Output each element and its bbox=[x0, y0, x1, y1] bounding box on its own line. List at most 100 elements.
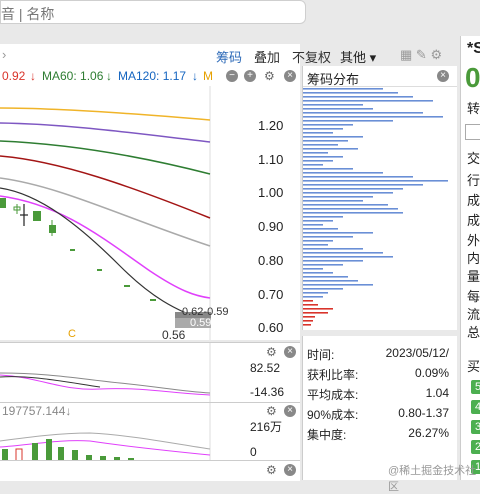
chips-button[interactable]: 筹码 bbox=[216, 47, 242, 66]
chip-bar bbox=[303, 168, 353, 170]
info-label: 平均成本: bbox=[307, 388, 359, 402]
buy-level[interactable]: 2 bbox=[471, 440, 480, 454]
chip-bar bbox=[303, 316, 315, 318]
chip-bar bbox=[303, 260, 363, 262]
chip-bar bbox=[303, 300, 313, 302]
chip-bar bbox=[303, 312, 328, 314]
volume-bar bbox=[46, 439, 52, 461]
candle bbox=[70, 249, 75, 251]
other-menu[interactable]: 其他 ▾ bbox=[340, 47, 376, 66]
indicator-bar: 0.92 ↓ MA60: 1.06 ↓ MA120: 1.17 ↓ M − + … bbox=[0, 66, 300, 87]
overlay-button[interactable]: 叠加 bbox=[254, 47, 280, 66]
zoom-out-icon[interactable]: − bbox=[226, 70, 238, 82]
chip-bar bbox=[303, 96, 413, 98]
chip-bar bbox=[303, 112, 423, 114]
buy-level[interactable]: 5 bbox=[471, 380, 480, 394]
chart-toolbar: › 筹码 叠加 不复权 bbox=[0, 44, 331, 67]
field-label: 流 bbox=[467, 307, 480, 322]
settings-icon[interactable]: ⚙ bbox=[430, 47, 442, 62]
chip-bar bbox=[303, 244, 328, 246]
gear-icon[interactable]: ⚙ bbox=[266, 463, 277, 477]
chip-bar bbox=[303, 240, 333, 242]
checkbox[interactable] bbox=[465, 124, 480, 140]
chip-bar bbox=[303, 264, 343, 266]
volume-value: 197757.144↓ bbox=[2, 404, 72, 418]
chip-bar bbox=[303, 156, 343, 158]
chip-bar bbox=[303, 208, 398, 210]
third-subchart[interactable]: ⚙ × bbox=[0, 460, 300, 481]
ma60-line bbox=[0, 140, 211, 175]
search-bar[interactable]: 音 | 名称 bbox=[0, 0, 306, 24]
buy-level[interactable]: 4 bbox=[471, 400, 480, 414]
pencil-icon[interactable]: ✎ bbox=[416, 47, 427, 62]
range-label: 0.59-0.56 bbox=[190, 317, 237, 329]
chip-bar bbox=[303, 196, 373, 198]
chip-distribution-panel: 筹码分布 × bbox=[302, 66, 457, 330]
gear-icon[interactable]: ⚙ bbox=[266, 345, 277, 359]
grid-icon[interactable]: ▦ bbox=[400, 47, 412, 62]
quote-panel: *S 0 转 交 行 成 成 外 内 量 每 流 总 买 5 4 3 2 1 bbox=[460, 36, 480, 480]
chip-bar bbox=[303, 120, 393, 122]
candle bbox=[150, 299, 156, 301]
close-icon[interactable]: × bbox=[437, 70, 449, 82]
close-icon[interactable]: × bbox=[284, 405, 296, 417]
info-value: 1.04 bbox=[425, 386, 449, 400]
macd-subchart[interactable]: ⚙ × 82.52 -14.36 bbox=[0, 342, 300, 403]
chip-bar bbox=[303, 204, 388, 206]
zoom-in-icon[interactable]: + bbox=[244, 70, 256, 82]
chip-bar bbox=[303, 220, 333, 222]
search-input[interactable]: 音 | 名称 bbox=[1, 6, 54, 22]
chip-bar bbox=[303, 288, 343, 290]
close-icon[interactable]: × bbox=[284, 70, 296, 82]
toolbar-icons: ▦ ✎ ⚙ bbox=[400, 47, 442, 63]
chip-bar bbox=[303, 164, 323, 166]
volume-bar bbox=[32, 443, 38, 461]
chip-bar bbox=[303, 104, 363, 106]
low-price-label: 0.56 bbox=[162, 328, 186, 342]
chip-bar bbox=[303, 200, 363, 202]
close-icon[interactable]: × bbox=[284, 464, 296, 476]
more-indicators[interactable]: M bbox=[203, 69, 213, 83]
vol-ma-line bbox=[0, 432, 211, 450]
chip-bar bbox=[303, 152, 328, 154]
chip-bar bbox=[303, 144, 338, 146]
stock-name: *S bbox=[467, 40, 480, 57]
info-value: 26.27% bbox=[408, 426, 449, 440]
field-label: 每 bbox=[467, 289, 480, 304]
volume-subchart[interactable]: 197757.144↓ ⚙ × 216万 0 bbox=[0, 402, 300, 462]
ma20-line bbox=[0, 177, 211, 247]
chip-bar bbox=[303, 172, 383, 174]
candle bbox=[33, 211, 41, 221]
price-tick: 0.70 bbox=[258, 287, 284, 302]
field-label: 总 bbox=[467, 325, 480, 340]
price-tick: 1.10 bbox=[258, 152, 284, 167]
chip-panel-title: 筹码分布 bbox=[307, 72, 360, 87]
collapse-arrow-icon[interactable]: › bbox=[2, 47, 6, 62]
info-value: 2023/05/12/ bbox=[385, 346, 449, 360]
candle bbox=[97, 269, 102, 271]
chip-bar bbox=[303, 136, 363, 138]
kline-svg bbox=[0, 86, 211, 340]
chip-bar bbox=[303, 124, 353, 126]
chip-bar bbox=[303, 160, 333, 162]
kline-chart[interactable]: 1.20 1.10 1.00 0.90 0.80 0.70 0.60 0.62-… bbox=[0, 86, 300, 342]
down-arrow-icon: ↓ bbox=[30, 69, 36, 83]
chip-bar bbox=[303, 248, 363, 250]
sub-tick: 216万 bbox=[250, 420, 283, 434]
field-label: 量 bbox=[467, 269, 480, 284]
field-label: 外 bbox=[467, 233, 480, 248]
gear-icon[interactable]: ⚙ bbox=[264, 69, 275, 83]
adjust-button[interactable]: 不复权 bbox=[292, 47, 331, 66]
chip-bar bbox=[303, 228, 338, 230]
signal-line bbox=[0, 372, 211, 394]
buy-level[interactable]: 3 bbox=[471, 420, 480, 434]
price-tick: 1.00 bbox=[258, 185, 284, 200]
transfer-label: 转 bbox=[467, 101, 480, 116]
buy-label: 买 bbox=[467, 359, 480, 374]
gear-icon[interactable]: ⚙ bbox=[266, 404, 277, 418]
chip-bar bbox=[303, 284, 373, 286]
sub-tick: 0 bbox=[250, 445, 257, 459]
chip-bar bbox=[303, 148, 358, 150]
close-icon[interactable]: × bbox=[284, 346, 296, 358]
info-label: 集中度: bbox=[307, 428, 347, 442]
